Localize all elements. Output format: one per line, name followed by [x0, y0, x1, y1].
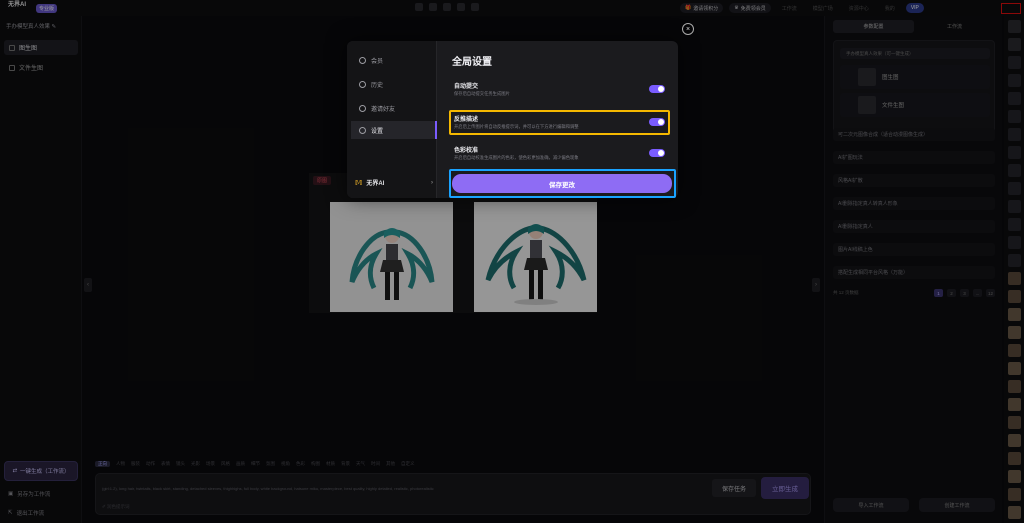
highlight-box-blue — [449, 169, 676, 198]
close-icon[interactable]: × — [682, 23, 694, 35]
toggle-switch[interactable] — [649, 85, 665, 93]
nav-item-settings[interactable]: 设置 — [351, 121, 437, 139]
gear-icon — [359, 126, 366, 134]
share-icon — [359, 104, 366, 112]
vip-icon — [359, 56, 366, 64]
setting-label: 色彩校准 — [454, 148, 479, 154]
nav-item-history[interactable]: 历史 — [351, 75, 437, 93]
toggle-switch[interactable] — [649, 149, 665, 157]
setting-label: 自动提交 — [454, 84, 479, 90]
setting-desc: 保存后自动提交任务生成图片 — [454, 91, 510, 96]
setting-desc: 开启后自动校准生成图片的色彩，使色彩更加准确，减少偏色现象 — [454, 155, 579, 160]
nav-brand[interactable]: 𝕄 无界AI › — [355, 178, 433, 188]
chevron-right-icon: › — [431, 179, 433, 186]
settings-nav: 会员 历史 邀请好友 设置 𝕄 无界AI › — [347, 41, 437, 198]
modal-title: 全局设置 — [452, 57, 492, 68]
nav-item-membership[interactable]: 会员 — [351, 51, 437, 69]
setting-auto-submit: 自动提交 保存后自动提交任务生成图片 — [450, 81, 671, 103]
highlight-box-yellow — [449, 110, 670, 135]
clock-icon — [359, 80, 366, 88]
setting-color-calibration: 色彩校准 开启后自动校准生成图片的色彩，使色彩更加准确，减少偏色现象 — [450, 145, 671, 167]
brand-mark-icon: 𝕄 — [355, 179, 363, 187]
nav-item-invite[interactable]: 邀请好友 — [351, 99, 437, 117]
